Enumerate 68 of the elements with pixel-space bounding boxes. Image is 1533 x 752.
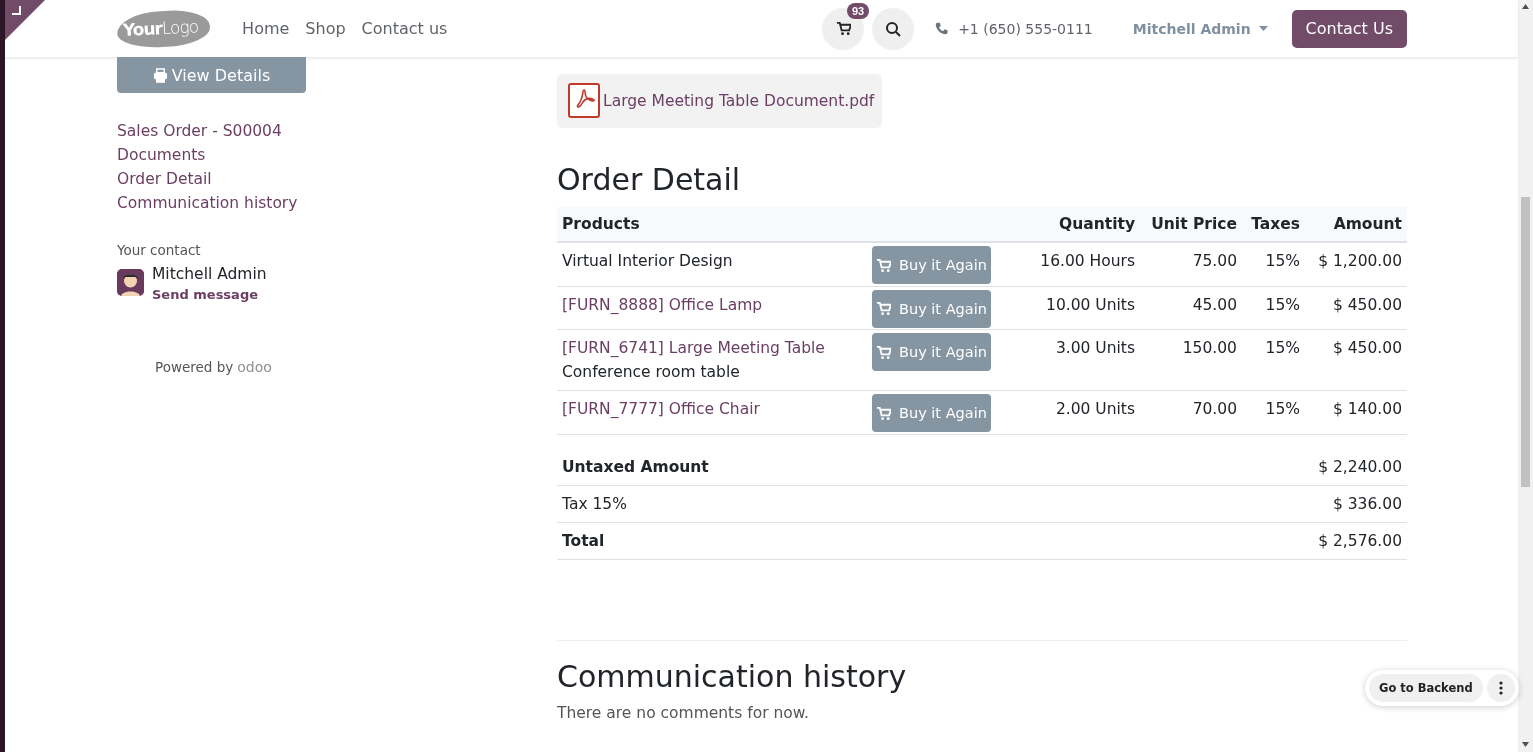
send-message-link[interactable]: Send message bbox=[152, 283, 258, 307]
product-cell[interactable]: [FURN_8888] Office Lamp bbox=[557, 286, 867, 330]
scroll-thumb[interactable] bbox=[1521, 197, 1530, 487]
column-header: Amount bbox=[1305, 207, 1407, 242]
scrollbar[interactable] bbox=[1518, 0, 1533, 752]
nav-link[interactable]: Contact us bbox=[361, 19, 448, 38]
total-value: $ 2,240.00 bbox=[982, 448, 1407, 485]
quantity-cell: 10.00 Units bbox=[997, 286, 1140, 330]
unit-price-cell: 150.00 bbox=[1140, 329, 1242, 391]
product-cell[interactable]: [FURN_7777] Office Chair bbox=[557, 390, 867, 434]
total-label: Total bbox=[557, 522, 982, 559]
sidebar-link[interactable]: Documents bbox=[117, 143, 206, 167]
cart-icon bbox=[876, 405, 891, 421]
column-header: Unit Price bbox=[1140, 207, 1242, 242]
amount-cell: $ 450.00 bbox=[1305, 286, 1407, 330]
phone-number: +1 (650) 555-0111 bbox=[958, 20, 1093, 37]
quantity-cell: 3.00 Units bbox=[997, 329, 1140, 391]
nav-link[interactable]: Shop bbox=[305, 19, 346, 38]
empty-message: There are no comments for now. bbox=[557, 703, 810, 722]
corner-icon bbox=[5, 0, 45, 40]
scroll-up-icon[interactable] bbox=[1521, 3, 1530, 11]
unit-price-cell: 75.00 bbox=[1140, 242, 1242, 286]
total-value: $ 2,576.00 bbox=[982, 522, 1407, 559]
column-header: Quantity bbox=[997, 207, 1140, 242]
amount-cell: $ 140.00 bbox=[1305, 390, 1407, 434]
product-cell[interactable]: [FURN_6741] Large Meeting Table Conference room table bbox=[557, 329, 867, 391]
powered-by-text: Powered by bbox=[155, 359, 234, 375]
unit-price-cell: 45.00 bbox=[1140, 286, 1242, 330]
total-value: $ 336.00 bbox=[982, 485, 1407, 522]
amount-cell: $ 450.00 bbox=[1305, 329, 1407, 391]
section-heading: Communication history bbox=[557, 658, 907, 695]
caret-icon bbox=[1258, 26, 1268, 31]
cart-icon bbox=[876, 301, 891, 316]
more-options-button[interactable] bbox=[1486, 674, 1515, 702]
printer-icon bbox=[152, 67, 168, 83]
taxes-cell: 15% bbox=[1242, 286, 1305, 330]
taxes-cell: 15% bbox=[1242, 242, 1305, 286]
taxes-cell: 15% bbox=[1242, 329, 1305, 391]
amount-cell: $ 1,200.00 bbox=[1305, 242, 1407, 286]
total-label: Tax 15% bbox=[557, 485, 982, 522]
column-header: Taxes bbox=[1242, 207, 1305, 242]
go-to-backend-button[interactable]: Go to Backend bbox=[1369, 674, 1483, 702]
contact-us-button[interactable]: Contact Us bbox=[1291, 9, 1407, 48]
section-heading: Order Detail bbox=[557, 162, 741, 198]
sidebar-link[interactable]: Sales Order - S00004 bbox=[117, 119, 282, 143]
search-icon bbox=[885, 20, 902, 37]
column-header: Products bbox=[557, 207, 867, 242]
cart-count-badge: 93 bbox=[846, 2, 870, 19]
cart-icon bbox=[876, 344, 891, 360]
quantity-cell: 2.00 Units bbox=[997, 390, 1140, 434]
pdf-icon bbox=[568, 83, 601, 118]
document-link[interactable]: Large Meeting Table Document.pdf bbox=[557, 74, 883, 128]
phone-icon bbox=[935, 22, 949, 35]
kebab-icon bbox=[1498, 681, 1503, 695]
contact-name: Mitchell Admin bbox=[152, 265, 267, 283]
quantity-cell: 16.00 Hours bbox=[997, 242, 1140, 286]
taxes-cell: 15% bbox=[1242, 390, 1305, 434]
avatar-icon bbox=[117, 269, 144, 296]
scroll-down-icon[interactable] bbox=[1521, 741, 1530, 749]
sidebar-link[interactable]: Communication history bbox=[117, 191, 298, 215]
nav-link[interactable]: Home bbox=[242, 19, 290, 38]
cart-icon bbox=[876, 257, 891, 273]
cart-icon bbox=[835, 21, 851, 36]
product-cell: Virtual Interior Design bbox=[557, 242, 867, 286]
contact-label: Your contact bbox=[117, 242, 202, 258]
total-label: Untaxed Amount bbox=[557, 448, 982, 485]
sidebar-link[interactable]: Order Detail bbox=[117, 167, 212, 191]
unit-price-cell: 70.00 bbox=[1140, 390, 1242, 434]
